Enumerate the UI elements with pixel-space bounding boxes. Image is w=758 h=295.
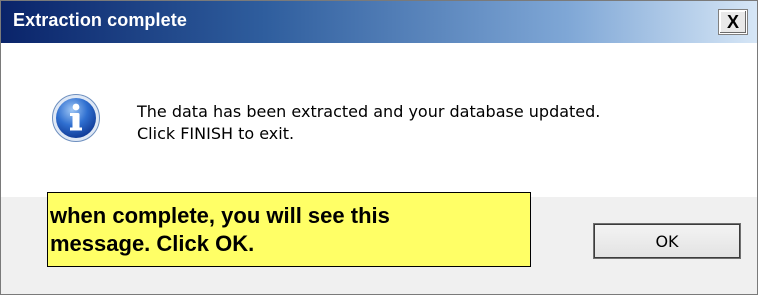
message-line-1: The data has been extracted and your dat…	[137, 102, 601, 121]
note-line-1: when complete, you will see this	[50, 203, 390, 228]
close-icon: X	[726, 11, 739, 32]
title-bar[interactable]: Extraction complete X	[1, 1, 757, 43]
note-line-2: message. Click OK.	[50, 231, 255, 256]
dialog-content: The data has been extracted and your dat…	[1, 43, 757, 197]
window-title: Extraction complete	[13, 10, 187, 30]
close-button[interactable]: X	[719, 10, 747, 34]
annotation-note: when complete, you will see this message…	[47, 192, 531, 267]
ok-button[interactable]: OK	[593, 223, 741, 259]
message-line-2: Click FINISH to exit.	[137, 124, 295, 143]
dialog-message: The data has been extracted and your dat…	[137, 101, 600, 145]
dialog-window: Extraction complete X The data has been …	[0, 0, 758, 295]
info-icon	[52, 94, 100, 142]
